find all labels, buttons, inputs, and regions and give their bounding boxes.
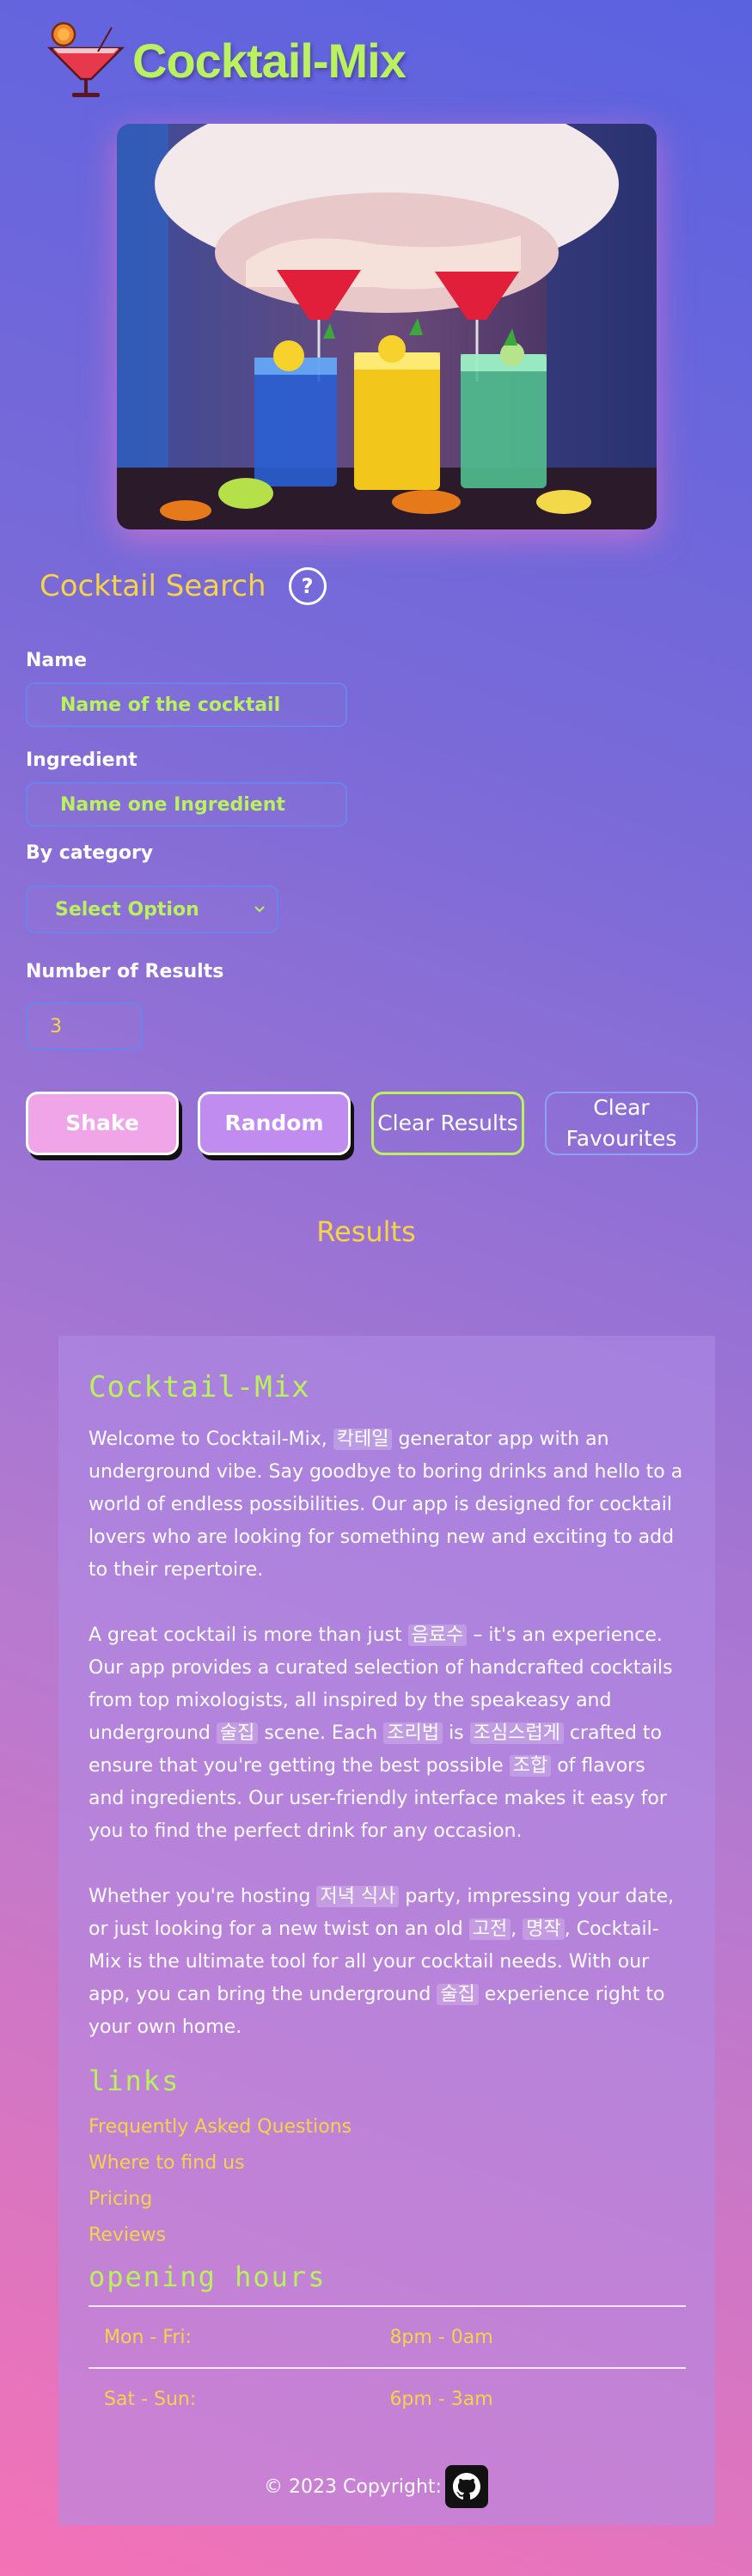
category-select-value: Select Option (55, 898, 199, 921)
link-faq[interactable]: Frequently Asked Questions (89, 2109, 686, 2145)
category-select[interactable]: Select Option (26, 885, 278, 933)
hero-cocktails-image (117, 124, 657, 529)
link-pricing[interactable]: Pricing (89, 2181, 686, 2218)
hours-days: Mon - Fri: (89, 2305, 375, 2368)
clear-favourites-button[interactable]: Clear Favourites (545, 1092, 698, 1155)
about-paragraph-2: A great cocktail is more than just 음료수 –… (89, 1625, 673, 1842)
random-button[interactable]: Random (198, 1092, 351, 1155)
name-input[interactable]: Name of the cocktail (26, 682, 347, 727)
about-card: Cocktail-Mix Welcome to Cocktail-Mix, 칵테… (58, 1336, 715, 2525)
app-header: Cocktail-Mix (45, 19, 407, 101)
clear-favourites-line2: Favourites (566, 1126, 677, 1151)
hours-time: 8pm - 0am (374, 2305, 686, 2368)
hours-days: Sat - Sun: (89, 2367, 375, 2429)
opening-hours-title: opening hours (89, 2261, 327, 2293)
table-row: Mon - Fri: 8pm - 0am (89, 2305, 686, 2368)
hours-time: 6pm - 3am (374, 2367, 686, 2429)
clear-favourites-line1: Clear (593, 1095, 650, 1120)
github-icon[interactable] (444, 2465, 488, 2508)
footer: © 2023 Copyright: (0, 2465, 752, 2508)
about-paragraph-3: Whether you're hosting 저녁 식사 party, impr… (89, 1886, 675, 2038)
links-list: Frequently Asked Questions Where to find… (89, 2109, 686, 2254)
about-title: Cocktail-Mix (89, 1370, 310, 1404)
opening-hours-table: Mon - Fri: 8pm - 0am Sat - Sun: 6pm - 3a… (89, 2305, 686, 2429)
app-title: Cocktail-Mix (132, 33, 407, 88)
copyright-text: © 2023 Copyright: (264, 2475, 442, 2498)
number-of-results-label: Number of Results (26, 961, 224, 982)
help-icon[interactable]: ? (288, 567, 327, 605)
cocktail-search-header: Cocktail Search ? (40, 567, 327, 605)
results-title: Results (316, 1215, 416, 1248)
ingredient-label: Ingredient (26, 750, 138, 771)
link-reviews[interactable]: Reviews (89, 2218, 686, 2254)
cocktail-search-title: Cocktail Search (40, 569, 266, 603)
about-paragraph-1: Welcome to Cocktail-Mix, 칵테일 generator a… (89, 1429, 683, 1581)
name-label: Name (26, 650, 88, 671)
category-label: By category (26, 842, 154, 864)
number-of-results-input[interactable]: 3 (26, 1002, 143, 1050)
chevron-down-icon (254, 906, 265, 913)
table-row: Sat - Sun: 6pm - 3am (89, 2367, 686, 2429)
links-title: links (89, 2065, 180, 2097)
link-where-to-find-us[interactable]: Where to find us (89, 2145, 686, 2181)
ingredient-input[interactable]: Name one Ingredient (26, 782, 347, 827)
clear-results-button[interactable]: Clear Results (371, 1092, 524, 1155)
cocktail-glass-icon[interactable] (45, 19, 127, 101)
shake-button[interactable]: Shake (26, 1092, 179, 1155)
